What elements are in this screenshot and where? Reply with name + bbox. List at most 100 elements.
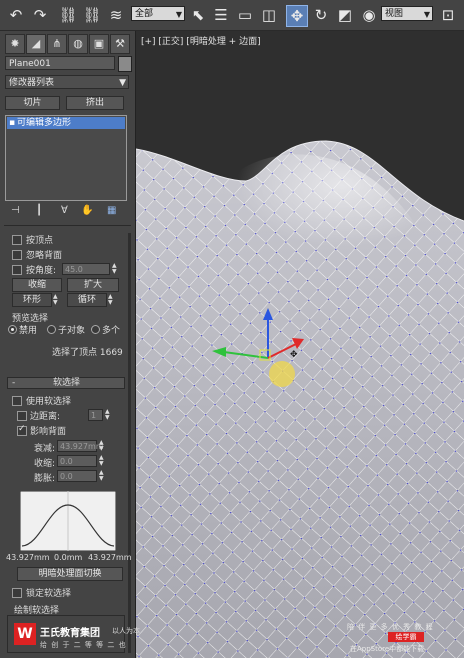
pinch-spinner[interactable]: 0.0 (57, 455, 97, 467)
collapse-icon: - (12, 378, 16, 388)
display-tab-icon[interactable]: ▣ (89, 34, 109, 54)
preview-multi-label: 多个 (102, 326, 121, 336)
falloff-arrows[interactable]: ▲ ▼ (99, 440, 105, 452)
grow-button[interactable]: 扩大 (67, 278, 119, 292)
brand-logo: W (14, 623, 36, 645)
select-object-icon[interactable]: ⬉ (188, 5, 208, 25)
shaded-face-toggle-button[interactable]: 明暗处理面切换 (17, 567, 123, 581)
ring-button[interactable]: 环形 (12, 293, 52, 307)
scale-icon[interactable]: ◩ (335, 5, 355, 25)
affect-backfacing-label: 影响背面 (30, 427, 67, 437)
by-angle-label: 按角度: (26, 266, 57, 276)
falloff-spinner[interactable]: 43.927mm (57, 440, 104, 452)
app-promo-top: 陪 伴 更 多 优 秀 教 程 (347, 623, 434, 631)
pin-stack-icon[interactable]: ⊣ (11, 205, 20, 216)
preview-off-radio[interactable] (8, 325, 17, 334)
edge-distance-spinner[interactable]: 1 (88, 409, 103, 421)
bubble-label: 膨胀: (34, 474, 56, 484)
by-vertex-label: 按顶点 (26, 236, 54, 246)
ignore-backfacing-checkbox[interactable] (12, 250, 22, 260)
loop-button[interactable]: 循环 (67, 293, 107, 307)
app-promo-bottom: 在AppStore中都能下载 (350, 645, 425, 653)
ignore-backfacing-label: 忽略背面 (26, 251, 63, 261)
chevron-down-icon: ▼ (423, 10, 430, 19)
bind-spacewarp-icon[interactable]: ≋ (106, 5, 126, 25)
move-icon[interactable]: ✥ (286, 5, 308, 27)
utilities-tab-icon[interactable]: ⚒ (110, 34, 130, 54)
modifier-stack: ▪ 可编辑多边形 (5, 115, 127, 201)
select-by-name-icon[interactable]: ☰ (211, 5, 231, 25)
loop-spinner-arrows[interactable]: ▲ ▼ (108, 294, 114, 306)
modifier-list-dropdown[interactable]: 修改器列表 ▼ (5, 75, 129, 89)
edge-distance-checkbox[interactable] (17, 411, 27, 421)
object-color-swatch[interactable] (118, 56, 132, 72)
bubble-spinner[interactable]: 0.0 (57, 470, 97, 482)
curve-right-value: 43.927mm (88, 553, 132, 562)
make-unique-icon[interactable]: ∀ (61, 205, 68, 216)
use-soft-selection-checkbox[interactable] (12, 396, 22, 406)
redo-icon[interactable]: ↷ (30, 5, 50, 25)
by-vertex-checkbox[interactable] (12, 235, 22, 245)
curve-left-value: 43.927mm (6, 553, 50, 562)
lock-soft-selection-checkbox[interactable] (12, 588, 22, 598)
create-tab-icon[interactable]: ✸ (5, 34, 25, 54)
stack-item-label: 可编辑多边形 (17, 118, 72, 128)
angle-spinner-arrows[interactable]: ▲ ▼ (112, 263, 118, 275)
link-icon[interactable]: ⛓ (58, 5, 78, 25)
panel-scrollbar[interactable] (128, 233, 131, 653)
stack-item-editable-poly[interactable]: ▪ 可编辑多边形 (7, 117, 125, 129)
chevron-down-icon: ▼ (119, 78, 126, 88)
angle-spinner[interactable]: 45.0 (62, 263, 110, 275)
hierarchy-tab-icon[interactable]: ⋔ (47, 34, 67, 54)
show-end-result-icon[interactable]: ┃ (36, 205, 42, 216)
curve-mid-value: 0.0mm (54, 553, 83, 562)
ring-spinner-arrows[interactable]: ▲ ▼ (53, 294, 59, 306)
modify-tab-icon[interactable]: ◢ (26, 34, 46, 54)
divider (4, 225, 131, 226)
soft-selection-title: 软选择 (53, 378, 81, 388)
object-name-field[interactable]: Plane001 (5, 56, 115, 70)
pinch-label: 收缩: (34, 459, 56, 469)
preview-off-label: 禁用 (19, 326, 38, 336)
edge-distance-arrows[interactable]: ▲ ▼ (105, 409, 111, 421)
slice-button[interactable]: 切片 (5, 96, 60, 110)
svg-text:✥: ✥ (290, 350, 298, 360)
by-angle-checkbox[interactable] (12, 265, 22, 275)
unlink-icon[interactable]: ⛓ (82, 5, 102, 25)
pivot-icon[interactable]: ⊡ (438, 5, 458, 25)
shrink-button[interactable]: 收缩 (12, 278, 62, 292)
stack-controls: ⊣ ┃ ∀ ✋ ▦ (5, 205, 129, 219)
brand-subline: 给 创 于 二 等 等 二 也 (40, 641, 127, 649)
reference-coordinate-dropdown[interactable]: 视图 ▼ (381, 6, 433, 21)
preview-subobject-radio[interactable] (47, 325, 56, 334)
preview-multi-radio[interactable] (91, 325, 100, 334)
motion-tab-icon[interactable]: ◍ (68, 34, 88, 54)
reference-coordinate-value: 视图 (385, 9, 404, 19)
extrude-button[interactable]: 挤出 (66, 96, 124, 110)
falloff-label: 衰减: (34, 444, 56, 454)
expand-icon[interactable]: ▪ (7, 117, 17, 129)
soft-selection-rollout-header[interactable]: - 软选择 (7, 377, 125, 389)
use-soft-selection-label: 使用软选择 (26, 397, 72, 407)
modifier-list-label: 修改器列表 (9, 78, 55, 88)
edge-distance-label: 边距离: (30, 412, 61, 422)
configure-modifier-sets-icon[interactable]: ▦ (107, 205, 116, 216)
rectangle-selection-icon[interactable]: ▭ (235, 5, 255, 25)
selection-filter-value: 全部 (135, 9, 154, 19)
rotate-icon[interactable]: ↻ (311, 5, 331, 25)
undo-icon[interactable]: ↶ (6, 5, 26, 25)
chevron-down-icon: ▼ (175, 10, 182, 19)
bubble-arrows[interactable]: ▲ ▼ (99, 470, 105, 482)
window-crossing-icon[interactable]: ◫ (259, 5, 279, 25)
brand-name: 王氏教育集团 (40, 628, 100, 639)
selection-filter-dropdown[interactable]: 全部 ▼ (131, 6, 185, 21)
place-icon[interactable]: ◉ (359, 5, 379, 25)
remove-modifier-icon[interactable]: ✋ (81, 205, 93, 216)
perspective-viewport[interactable]: [+] [正交] [明暗处理 + 边面] ✥ (136, 31, 464, 658)
lock-soft-selection-label: 锁定软选择 (26, 589, 72, 599)
move-gizmo[interactable]: ✥ (206, 306, 316, 396)
falloff-curve-graph (20, 491, 116, 551)
pinch-arrows[interactable]: ▲ ▼ (99, 455, 105, 467)
app-promo-badge: 绘学霸 (388, 632, 424, 642)
affect-backfacing-checkbox[interactable] (17, 424, 27, 436)
